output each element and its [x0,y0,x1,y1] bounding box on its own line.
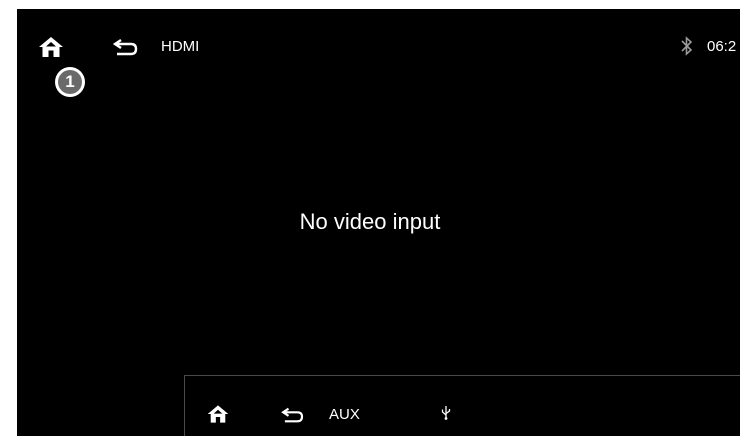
usb-icon[interactable] [441,406,451,420]
aux-home-button[interactable] [206,403,230,425]
aux-overlay-panel: AUX [184,375,740,436]
badge-number: 1 [58,70,82,94]
step-badge: 1 [55,67,85,97]
back-button[interactable] [112,37,139,57]
back-arrow-icon [281,407,304,423]
home-icon [207,405,229,423]
home-button[interactable] [37,35,65,59]
back-arrow-icon [112,39,138,56]
home-icon [39,37,63,57]
source-title: HDMI [161,38,200,55]
top-bar: HDMI 06:2 [17,9,740,81]
no-video-message: No video input [299,209,441,234]
aux-title: AUX [329,406,360,423]
aux-back-button[interactable] [280,406,306,424]
clock-time: 06:2 [707,38,737,55]
bluetooth-icon [681,36,693,56]
